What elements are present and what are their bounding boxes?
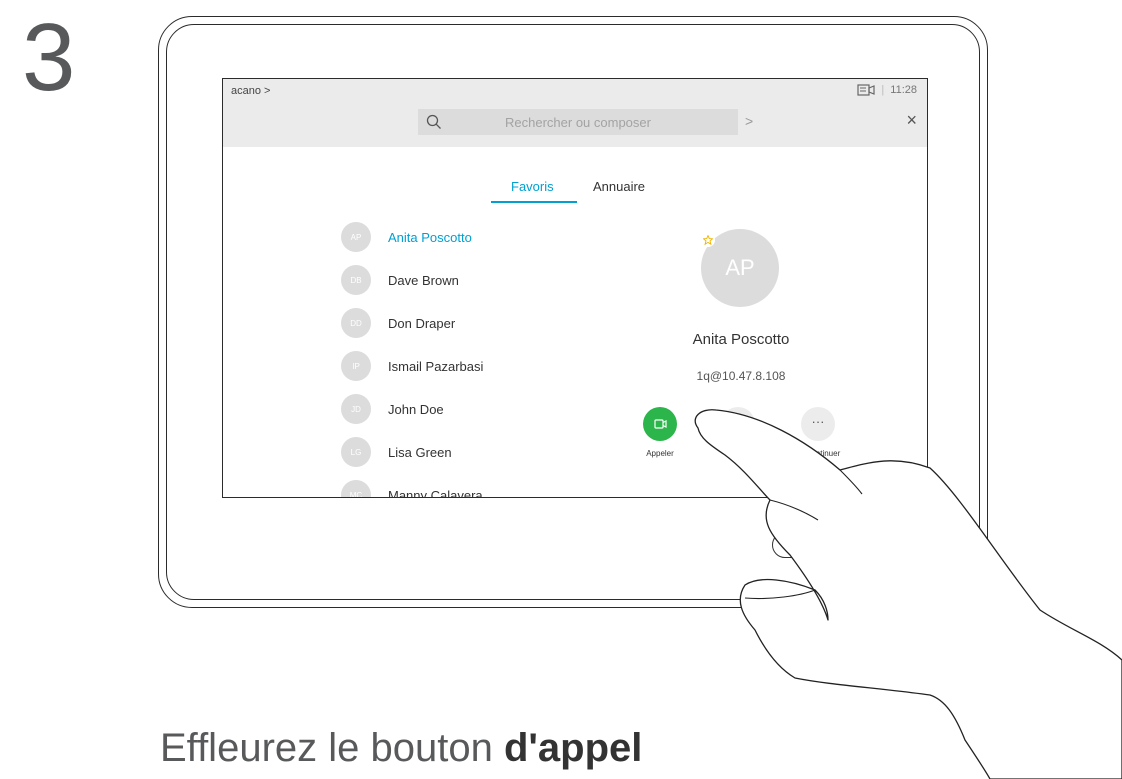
pointing-hand-illustration xyxy=(694,409,1122,779)
caption-emphasis: d'appel xyxy=(503,726,643,770)
instruction-caption: Effleurez le bouton d'appel xyxy=(160,726,642,771)
caption-text: Effleurez le bouton xyxy=(160,726,504,770)
